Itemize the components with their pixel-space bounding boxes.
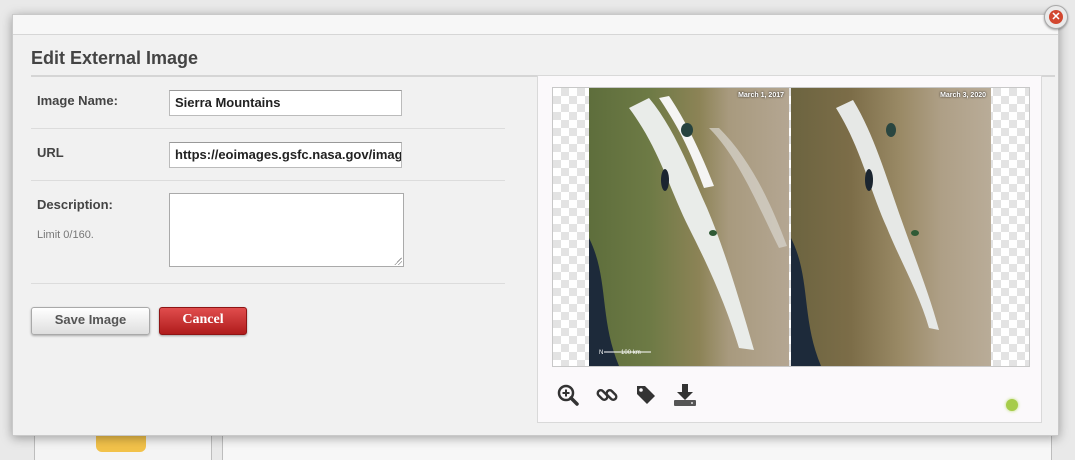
edit-external-image-dialog: Edit External Image Image Name: Sierra M… bbox=[12, 14, 1059, 436]
preview-toolbar bbox=[554, 381, 699, 409]
image-date-right: March 3, 2020 bbox=[940, 92, 986, 99]
url-label: URL bbox=[37, 145, 64, 160]
satellite-image-2017: March 1, 2017 N 100 km bbox=[589, 88, 789, 366]
image-preview-panel: March 1, 2017 N 100 km March 3, 2020 bbox=[537, 75, 1042, 423]
download-icon[interactable] bbox=[671, 381, 699, 409]
image-name-label: Image Name: bbox=[37, 93, 118, 108]
image-date-left: March 1, 2017 bbox=[738, 92, 784, 99]
image-name-input[interactable]: Sierra Mountains bbox=[169, 90, 402, 116]
description-textarea[interactable] bbox=[169, 193, 404, 267]
status-indicator bbox=[1006, 399, 1018, 411]
satellite-image-2020: March 3, 2020 bbox=[791, 88, 991, 366]
row-divider bbox=[31, 128, 505, 129]
dialog-title: Edit External Image bbox=[31, 48, 199, 68]
scale-label: 100 km bbox=[621, 350, 641, 356]
zoom-in-icon[interactable] bbox=[554, 381, 582, 409]
close-dialog-button[interactable]: ✕ bbox=[1044, 5, 1068, 29]
url-input[interactable]: https://eoimages.gsfc.nasa.gov/imag bbox=[169, 142, 402, 168]
description-label: Description: bbox=[37, 197, 113, 212]
save-image-button[interactable]: Save Image bbox=[31, 307, 150, 335]
dialog-top-strip bbox=[13, 15, 1058, 35]
link-icon[interactable] bbox=[593, 381, 621, 409]
row-divider bbox=[31, 180, 505, 181]
tag-icon[interactable] bbox=[632, 381, 660, 409]
resize-grip-icon[interactable] bbox=[394, 257, 402, 265]
close-icon: ✕ bbox=[1049, 10, 1063, 24]
scale-bar: N 100 km bbox=[599, 350, 641, 356]
north-arrow-label: N bbox=[599, 350, 604, 356]
description-limit: Limit 0/160. bbox=[37, 229, 94, 241]
row-divider bbox=[31, 283, 505, 284]
image-preview-frame: March 1, 2017 N 100 km March 3, 2020 bbox=[552, 87, 1030, 367]
cancel-button[interactable]: Cancel bbox=[159, 307, 247, 335]
